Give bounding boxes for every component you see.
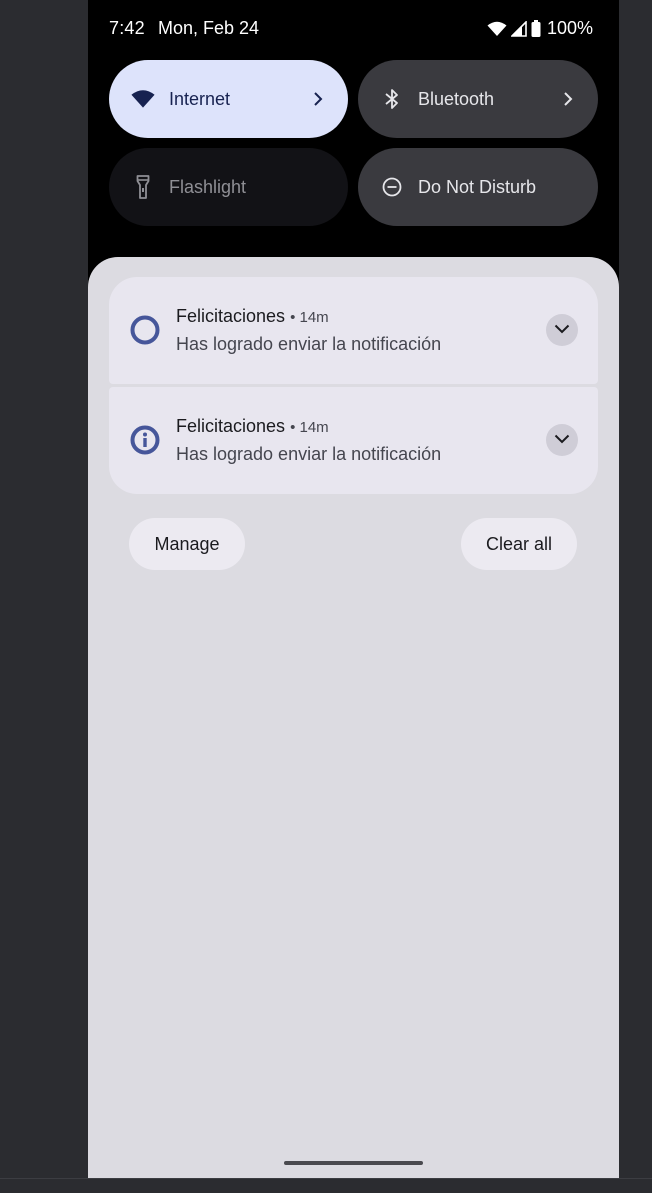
clear-all-button[interactable]: Clear all	[461, 518, 577, 570]
battery-icon	[531, 20, 541, 37]
chevron-down-icon	[554, 431, 570, 449]
tile-bluetooth[interactable]: Bluetooth	[358, 60, 598, 138]
tile-do-not-disturb[interactable]: Do Not Disturb	[358, 148, 598, 226]
wifi-icon	[131, 87, 155, 111]
notification-time: 14m	[299, 309, 329, 326]
bottom-bar	[0, 1178, 652, 1193]
expand-button[interactable]	[546, 424, 578, 456]
notification-card[interactable]: Felicitaciones • 14m Has logrado enviar …	[109, 387, 598, 494]
notification-app-name: Felicitaciones	[176, 306, 286, 326]
tile-internet[interactable]: Internet	[109, 60, 348, 138]
cell-signal-icon	[510, 20, 527, 37]
status-icons: 100%	[487, 18, 593, 39]
chevron-down-icon	[554, 321, 570, 339]
tile-flashlight-label: Flashlight	[169, 176, 247, 197]
dnd-icon	[380, 175, 404, 199]
home-indicator[interactable]	[284, 1161, 423, 1165]
battery-percent: 100%	[546, 18, 593, 38]
status-bar: 7:42 Mon, Feb 24 100%	[88, 0, 619, 58]
bluetooth-icon	[380, 87, 404, 111]
notification-time: 14m	[299, 419, 329, 436]
notification-header: Felicitaciones • 14m	[176, 306, 329, 327]
chevron-right-icon[interactable]	[308, 88, 328, 110]
notification-card[interactable]: Felicitaciones • 14m Has logrado enviar …	[109, 277, 598, 384]
tile-dnd-label: Do Not Disturb	[418, 176, 537, 197]
notification-shade: Felicitaciones • 14m Has logrado enviar …	[88, 257, 619, 1178]
status-time: 7:42	[109, 18, 145, 38]
ring-icon	[129, 314, 161, 346]
tile-flashlight[interactable]: Flashlight	[109, 148, 348, 226]
info-icon	[129, 424, 161, 456]
manage-button[interactable]: Manage	[129, 518, 245, 570]
notification-text: Has logrado enviar la notificación	[176, 334, 442, 354]
notification-app-name: Felicitaciones	[176, 416, 286, 436]
status-date: Mon, Feb 24	[158, 18, 260, 38]
tile-bluetooth-label: Bluetooth	[418, 88, 495, 109]
notification-header: Felicitaciones • 14m	[176, 416, 329, 437]
phone-screen: 7:42 Mon, Feb 24 100% Internet Bluetooth…	[88, 0, 619, 1178]
tile-internet-label: Internet	[169, 88, 231, 109]
flashlight-icon	[131, 175, 155, 199]
chevron-right-icon[interactable]	[558, 88, 578, 110]
notification-text: Has logrado enviar la notificación	[176, 444, 442, 464]
expand-button[interactable]	[546, 314, 578, 346]
notification-group: Felicitaciones • 14m Has logrado enviar …	[109, 277, 598, 494]
wifi-icon	[487, 21, 507, 37]
